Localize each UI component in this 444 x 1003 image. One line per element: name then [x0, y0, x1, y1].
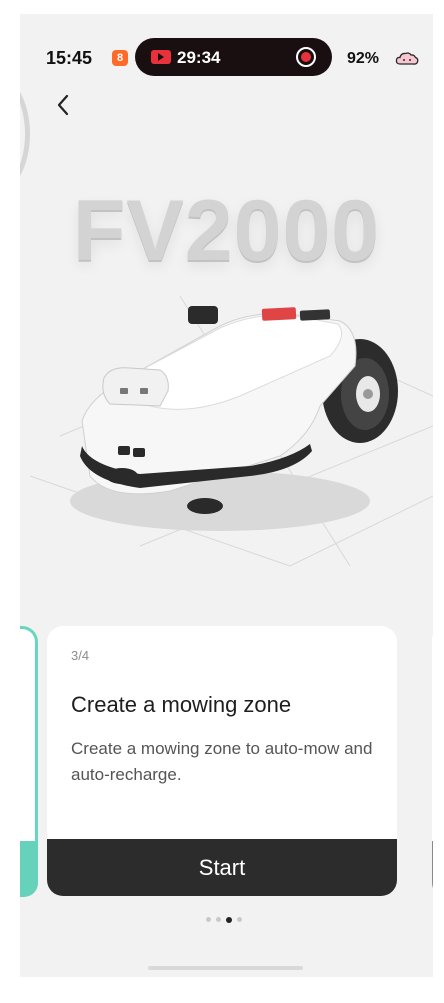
status-time: 15:45 — [46, 48, 93, 68]
pagination-dots — [206, 911, 247, 923]
product-title: FV2000 — [72, 183, 381, 279]
next-card-button-peek[interactable] — [432, 841, 433, 897]
decorative-arc — [20, 74, 30, 194]
orange-app-icon: 8 — [112, 50, 128, 66]
battery-level: 92% — [347, 50, 380, 67]
back-chevron-icon[interactable] — [50, 90, 78, 120]
screen-recording-pill[interactable]: 29:34 — [135, 38, 332, 76]
step-counter: 3/4 — [71, 648, 90, 663]
page-dot-4[interactable] — [237, 917, 242, 923]
status-bar: 15:45 8 29:34 92% — [20, 14, 433, 84]
home-indicator[interactable] — [148, 966, 303, 970]
page-dot-3-active[interactable] — [226, 916, 232, 923]
onboarding-card: 3/4 Create a mowing zone Create a mowing… — [47, 626, 397, 896]
start-button[interactable]: Start — [47, 839, 397, 896]
stop-record-icon[interactable] — [296, 47, 316, 67]
page-dot-1[interactable] — [206, 917, 211, 923]
app-screen: 15:45 8 29:34 92% FV2000 3/4 Create a mo… — [20, 14, 433, 977]
robot-mower-image — [29, 295, 433, 567]
card-description: Create a mowing zone to auto-mow and aut… — [71, 739, 373, 784]
cloud-icon — [395, 52, 419, 65]
previous-card-button-peek[interactable] — [20, 841, 38, 897]
video-record-icon — [151, 50, 171, 64]
recording-time: 29:34 — [177, 48, 221, 67]
page-dot-2[interactable] — [216, 917, 221, 923]
card-title: Create a mowing zone — [71, 692, 292, 717]
